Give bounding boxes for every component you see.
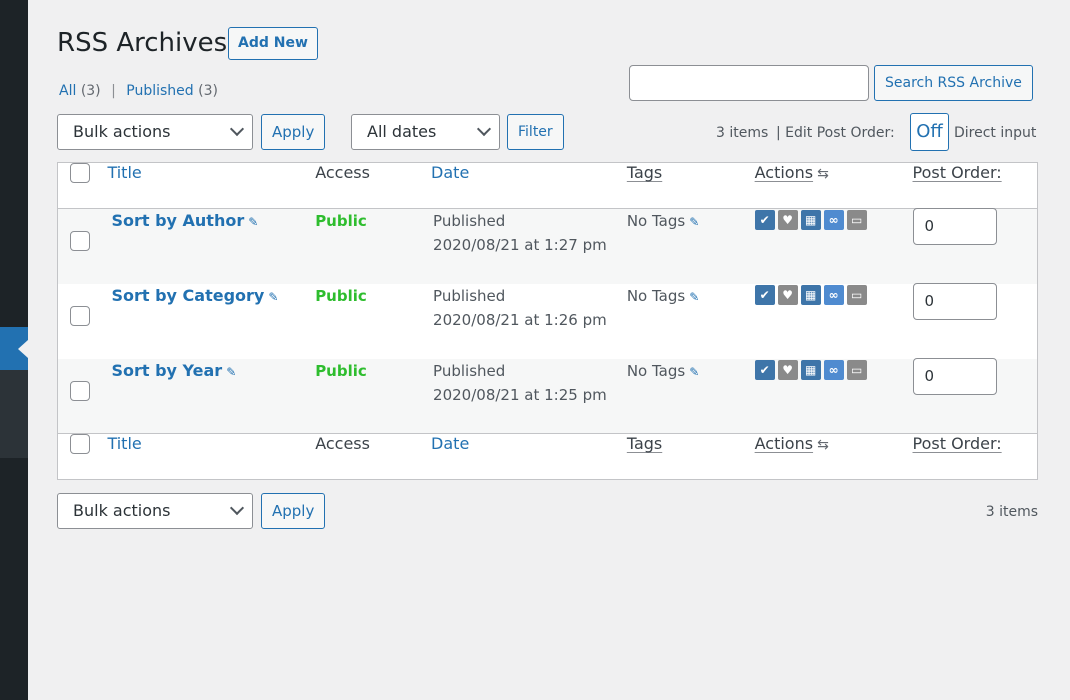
table-header-row: Title Access Date Tags Actions ⇆ Post Ord…	[57, 163, 1038, 209]
calendar-icon[interactable]: ▦	[800, 359, 821, 380]
row-title-link[interactable]: Sort by Category	[111, 286, 264, 305]
post-order-toggle[interactable]: Off	[910, 113, 949, 151]
filter-button[interactable]: Filter	[507, 114, 564, 150]
column-tags: Tags	[626, 163, 663, 182]
date-cell: Published 2020/08/21 at 1:27 pm	[433, 212, 607, 254]
post-order-input[interactable]: 0	[912, 357, 997, 395]
comment-icon[interactable]: ▭	[846, 210, 867, 230]
view-published-count: (3)	[198, 83, 218, 99]
calendar-icon[interactable]: ▦	[800, 284, 821, 305]
comment-icon[interactable]: ▭	[846, 284, 867, 305]
chevron-down-icon	[476, 121, 492, 137]
pencil-icon[interactable]: ✎	[689, 290, 699, 304]
chevron-down-icon	[229, 121, 245, 137]
post-order-input[interactable]: 0	[912, 282, 997, 320]
pencil-icon[interactable]: ✎	[268, 290, 278, 304]
admin-submenu	[0, 370, 28, 458]
bulk-actions-value: Bulk actions	[73, 122, 171, 141]
access-badge: Public	[315, 361, 367, 380]
row-title-link[interactable]: Sort by Year	[111, 361, 222, 380]
pencil-icon[interactable]: ✎	[248, 215, 258, 229]
row-title-link[interactable]: Sort by Author	[111, 211, 244, 230]
row-checkbox[interactable]	[70, 380, 90, 401]
column-tags: Tags	[626, 434, 663, 453]
select-all-checkbox-footer[interactable]	[70, 434, 90, 454]
items-count-bottom: 3 items	[985, 504, 1038, 520]
pencil-icon[interactable]: ✎	[689, 215, 699, 229]
tags-cell: No Tags	[626, 361, 686, 380]
page-title: RSS Archives	[57, 28, 228, 58]
view-published-link[interactable]: Published	[126, 83, 193, 99]
calendar-icon[interactable]: ▦	[800, 210, 821, 230]
column-date-sort[interactable]: Date	[431, 434, 469, 453]
add-new-button[interactable]: Add New	[228, 27, 318, 60]
row-actions: ✔ ♥ ▦ ∞ ▭	[754, 359, 867, 380]
dates-select[interactable]: All dates	[351, 114, 500, 150]
admin-sidebar	[0, 0, 28, 700]
date-cell: Published 2020/08/21 at 1:26 pm	[433, 286, 607, 329]
column-date-sort[interactable]: Date	[431, 163, 469, 182]
arrows-icon: ⇆	[817, 437, 829, 453]
search-input[interactable]	[629, 65, 869, 101]
row-actions: ✔ ♥ ▦ ∞ ▭	[754, 210, 867, 230]
items-count: 3 items	[716, 125, 769, 141]
table-footer-row: Title Access Date Tags Actions ⇆ Post Ord…	[57, 433, 1038, 480]
column-post-order: Post Order:	[912, 434, 1002, 453]
column-actions: Actions	[754, 434, 814, 453]
edit-post-order-label: | Edit Post Order:	[776, 125, 895, 141]
table-row: Sort by Category ✎ Public Published 2020/0…	[58, 282, 1038, 359]
post-order-input[interactable]: 0	[912, 208, 997, 245]
select-all-checkbox[interactable]	[70, 163, 90, 183]
tags-cell: No Tags	[626, 212, 686, 230]
apply-button-bottom[interactable]: Apply	[261, 493, 326, 529]
view-separator: |	[111, 83, 116, 99]
active-menu-marker[interactable]	[0, 327, 28, 370]
column-post-order: Post Order:	[912, 163, 1002, 182]
table-row: Sort by Author ✎ Public Published 2020/08/…	[57, 208, 1038, 284]
date-cell: Published 2020/08/21 at 1:25 pm	[433, 361, 607, 404]
row-checkbox[interactable]	[70, 305, 90, 326]
view-all-link[interactable]: All	[59, 83, 76, 99]
link-icon[interactable]: ∞	[823, 359, 844, 380]
direct-input-label: Direct input	[954, 125, 1037, 141]
search-button[interactable]: Search RSS Archive	[874, 65, 1033, 101]
bulk-actions-select[interactable]: Bulk actions	[57, 114, 253, 150]
tags-cell: No Tags	[626, 286, 686, 305]
check-icon[interactable]: ✔	[754, 284, 775, 305]
select-all-cell	[58, 163, 108, 209]
column-access: Access	[315, 434, 370, 453]
bulk-actions-select-bottom[interactable]: Bulk actions	[57, 493, 253, 529]
view-filters: All (3) | Published (3)	[59, 83, 218, 99]
table-row: Sort by Year ✎ Public Published 2020/08/21…	[57, 357, 1038, 434]
chevron-down-icon	[229, 500, 245, 516]
column-title-sort[interactable]: Title	[107, 434, 141, 453]
check-icon[interactable]: ✔	[754, 359, 775, 380]
link-icon[interactable]: ∞	[823, 210, 844, 230]
view-all-count: (3)	[80, 83, 101, 99]
apply-button[interactable]: Apply	[261, 114, 326, 150]
access-badge: Public	[315, 286, 367, 305]
column-actions: Actions	[754, 163, 814, 182]
heart-icon[interactable]: ♥	[777, 359, 798, 380]
heart-icon[interactable]: ♥	[777, 210, 798, 230]
pencil-icon[interactable]: ✎	[226, 365, 236, 379]
link-icon[interactable]: ∞	[823, 284, 844, 305]
bulk-actions-value: Bulk actions	[73, 501, 171, 520]
access-badge: Public	[315, 212, 367, 230]
heart-icon[interactable]: ♥	[777, 284, 798, 305]
row-actions: ✔ ♥ ▦ ∞ ▭	[754, 284, 867, 305]
check-icon[interactable]: ✔	[754, 210, 775, 230]
column-access: Access	[315, 163, 370, 182]
posts-table: Title Access Date Tags Actions ⇆ Post Ord…	[57, 162, 1038, 480]
dates-value: All dates	[367, 122, 437, 141]
pencil-icon[interactable]: ✎	[689, 365, 699, 379]
arrows-icon: ⇆	[817, 166, 829, 182]
column-title-sort[interactable]: Title	[107, 163, 141, 182]
row-checkbox[interactable]	[70, 231, 90, 251]
comment-icon[interactable]: ▭	[846, 359, 867, 380]
